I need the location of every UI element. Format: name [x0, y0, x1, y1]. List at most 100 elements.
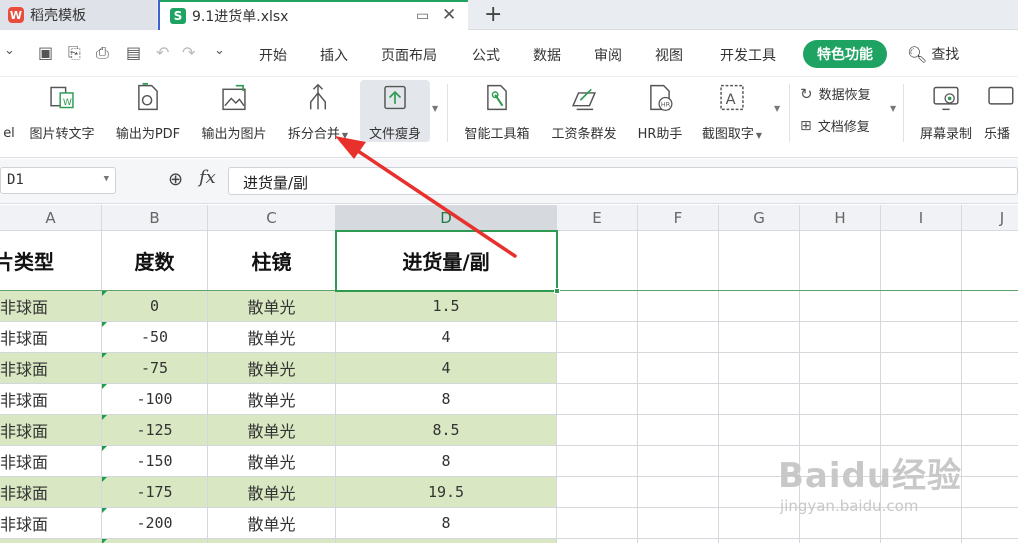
ribbon-group-expand-icon[interactable]: ▼ — [432, 104, 438, 113]
empty-cell[interactable] — [881, 508, 962, 539]
menu-review[interactable]: 审阅 — [594, 45, 622, 65]
table-cell[interactable]: 8 — [336, 446, 557, 477]
empty-cell[interactable] — [557, 322, 638, 353]
empty-cell[interactable] — [800, 446, 881, 477]
table-cell[interactable]: -175 — [102, 477, 208, 508]
empty-cell[interactable] — [881, 415, 962, 446]
table-cell[interactable]: 非球面 — [0, 446, 102, 477]
empty-cell[interactable] — [336, 539, 557, 543]
table-cell[interactable]: 散单光 — [208, 446, 336, 477]
spreadsheet-grid[interactable]: A B C D E F G H I J 片类型 度数 柱镜 进货量/副 非球面 0 散单光 1.5 非球面 -50 散单… — [0, 205, 1018, 543]
ribbon-group-expand-icon[interactable]: ▼ — [774, 104, 780, 113]
column-header[interactable]: C — [208, 205, 336, 231]
ribbon-excel-cut[interactable]: el — [0, 80, 18, 142]
name-box[interactable]: D1 ▼ — [0, 167, 116, 194]
empty-cell[interactable] — [557, 415, 638, 446]
empty-cell[interactable] — [102, 539, 208, 543]
image-to-text-button[interactable]: W 图片转文字 — [22, 80, 102, 142]
table-cell[interactable]: 非球面 — [0, 353, 102, 384]
empty-cell[interactable] — [800, 291, 881, 322]
tab-document[interactable]: S 9.1进货单.xlsx ▭ ✕ — [160, 0, 468, 30]
export-image-button[interactable]: 输出为图片 — [194, 80, 274, 142]
table-cell[interactable]: 非球面 — [0, 415, 102, 446]
fill-handle[interactable] — [554, 288, 560, 294]
undo-icon[interactable]: ↶ — [156, 43, 169, 62]
empty-cell[interactable] — [719, 415, 800, 446]
export-pdf-button[interactable]: 输出为PDF — [108, 80, 188, 142]
empty-cell[interactable] — [719, 477, 800, 508]
empty-cell[interactable] — [962, 384, 1018, 415]
empty-cell[interactable] — [638, 477, 719, 508]
empty-cell[interactable] — [800, 353, 881, 384]
table-cell[interactable]: -125 — [102, 415, 208, 446]
menu-developer[interactable]: 开发工具 — [720, 45, 776, 65]
empty-cell[interactable] — [638, 415, 719, 446]
doc-repair-button[interactable]: ⊞ 文档修复 — [800, 116, 870, 136]
empty-cell[interactable] — [962, 353, 1018, 384]
table-cell[interactable]: -100 — [102, 384, 208, 415]
empty-cell[interactable] — [557, 446, 638, 477]
column-header[interactable]: E — [557, 205, 638, 231]
empty-cell[interactable] — [881, 446, 962, 477]
empty-cell[interactable] — [557, 384, 638, 415]
empty-cell[interactable] — [881, 539, 962, 543]
empty-cell[interactable] — [881, 384, 962, 415]
table-cell[interactable]: 8 — [336, 508, 557, 539]
empty-cell[interactable] — [638, 353, 719, 384]
print-preview-icon[interactable]: ▤ — [126, 43, 141, 62]
table-cell[interactable]: 4 — [336, 353, 557, 384]
empty-cell[interactable] — [638, 322, 719, 353]
empty-cell[interactable] — [557, 508, 638, 539]
table-cell[interactable]: 散单光 — [208, 353, 336, 384]
empty-cell[interactable] — [557, 231, 638, 291]
table-cell[interactable]: 8.5 — [336, 415, 557, 446]
empty-cell[interactable] — [962, 446, 1018, 477]
empty-cell[interactable] — [800, 539, 881, 543]
menu-page-layout[interactable]: 页面布局 — [381, 45, 437, 65]
table-cell[interactable]: 非球面 — [0, 477, 102, 508]
tab-docer-templates[interactable]: W 稻壳模板 — [0, 0, 157, 30]
empty-cell[interactable] — [881, 231, 962, 291]
menu-formulas[interactable]: 公式 — [472, 45, 500, 65]
table-cell[interactable]: 非球面 — [0, 508, 102, 539]
empty-cell[interactable] — [800, 508, 881, 539]
table-header-cell[interactable]: 片类型 — [0, 231, 102, 291]
empty-cell[interactable] — [962, 508, 1018, 539]
empty-cell[interactable] — [962, 539, 1018, 543]
table-cell[interactable]: 散单光 — [208, 322, 336, 353]
empty-cell[interactable] — [208, 539, 336, 543]
menu-view[interactable]: 视图 — [655, 45, 683, 65]
table-cell[interactable]: 1.5 — [336, 291, 557, 322]
chevron-down-icon[interactable]: ⌄ — [4, 43, 15, 58]
empty-cell[interactable] — [719, 508, 800, 539]
empty-cell[interactable] — [800, 477, 881, 508]
menu-insert[interactable]: 插入 — [320, 45, 348, 65]
empty-cell[interactable] — [638, 446, 719, 477]
column-header[interactable]: H — [800, 205, 881, 231]
empty-cell[interactable] — [557, 539, 638, 543]
empty-cell[interactable] — [962, 477, 1018, 508]
empty-cell[interactable] — [638, 508, 719, 539]
column-header[interactable]: D — [336, 205, 557, 231]
redo-icon[interactable]: ↷ — [182, 43, 195, 62]
formula-input[interactable]: 进货量/副 — [228, 167, 1018, 195]
empty-cell[interactable] — [0, 539, 102, 543]
table-cell[interactable]: 散单光 — [208, 415, 336, 446]
empty-cell[interactable] — [719, 539, 800, 543]
empty-cell[interactable] — [719, 322, 800, 353]
monitor-icon[interactable]: ▭ — [416, 8, 429, 24]
empty-cell[interactable] — [800, 322, 881, 353]
table-cell[interactable]: 0 — [102, 291, 208, 322]
file-slim-button[interactable]: 文件瘦身 — [360, 80, 430, 142]
empty-cell[interactable] — [719, 291, 800, 322]
empty-cell[interactable] — [962, 322, 1018, 353]
leplay-button[interactable]: 乐播 — [984, 80, 1018, 142]
empty-cell[interactable] — [881, 291, 962, 322]
chevron-down-icon[interactable]: ▼ — [104, 174, 109, 184]
split-merge-button[interactable]: 拆分合并 ▼ — [280, 80, 356, 142]
empty-cell[interactable] — [557, 353, 638, 384]
table-cell[interactable]: 4 — [336, 322, 557, 353]
empty-cell[interactable] — [962, 291, 1018, 322]
table-cell[interactable]: 散单光 — [208, 477, 336, 508]
empty-cell[interactable] — [719, 446, 800, 477]
